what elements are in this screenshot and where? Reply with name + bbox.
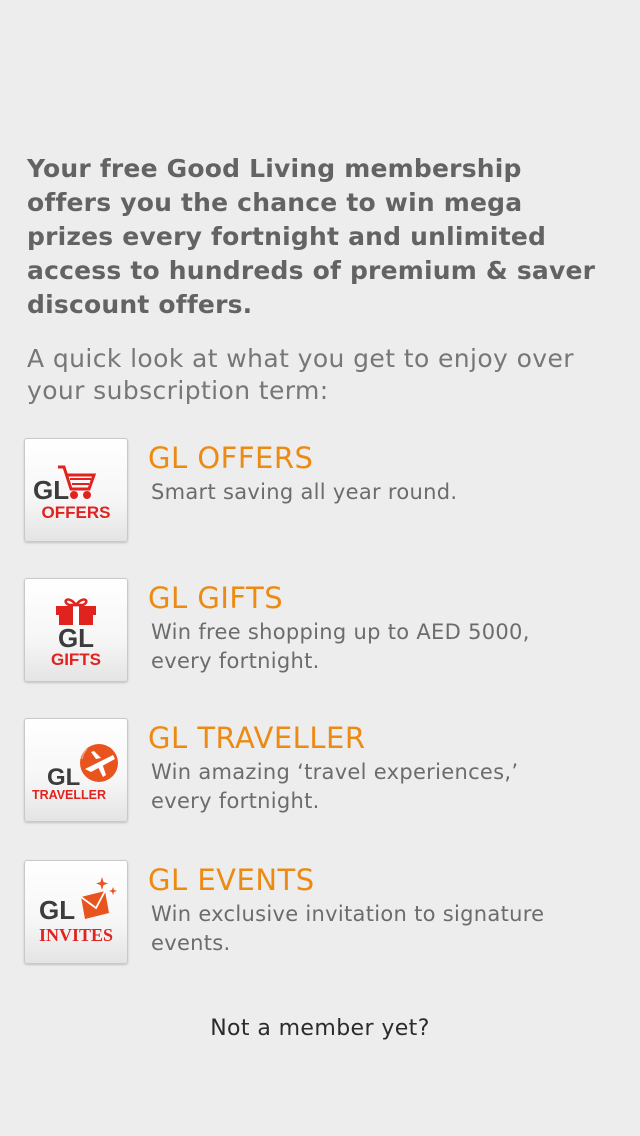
intro-line: offers you the chance to win mega: [27, 188, 523, 217]
feature-description: Win exclusive invitation to signature ev…: [151, 900, 621, 958]
gift-box-icon: [56, 598, 96, 625]
gl-offers-icon: GL OFFERS: [24, 438, 128, 542]
feature-desc-line: Win amazing ‘travel experiences,’: [151, 760, 519, 784]
feature-gl-events: GL INVITES GL EVENTS Win exclusive invit…: [24, 860, 624, 964]
icon-text-top: GL: [47, 764, 80, 791]
gl-gifts-icon: GL GIFTS: [24, 578, 128, 682]
feature-desc-line: Win free shopping up to AED 5000,: [151, 620, 530, 644]
gl-traveller-icon: GL TRAVELLER: [24, 718, 128, 822]
feature-desc-line: every fortnight.: [151, 789, 320, 813]
subintro-line: your subscription term:: [27, 376, 329, 405]
feature-desc-line: Win exclusive invitation to signature: [151, 902, 545, 926]
feature-desc-line: every fortnight.: [151, 649, 320, 673]
feature-title: GL TRAVELLER: [148, 721, 366, 755]
intro-paragraph: Your free Good Living membership offers …: [27, 152, 627, 322]
feature-title: GL GIFTS: [148, 581, 284, 615]
subintro-paragraph: A quick look at what you get to enjoy ov…: [27, 343, 627, 407]
icon-text-top: GL: [39, 895, 75, 925]
not-a-member-link[interactable]: Not a member yet?: [0, 1012, 640, 1046]
feature-description: Win free shopping up to AED 5000, every …: [151, 618, 621, 676]
feature-title: GL EVENTS: [148, 863, 315, 897]
feature-description: Smart saving all year round.: [151, 478, 621, 507]
intro-line: access to hundreds of premium & saver: [27, 256, 596, 285]
intro-line: discount offers.: [27, 290, 253, 319]
feature-description: Win amazing ‘travel experiences,’ every …: [151, 758, 621, 816]
feature-gl-traveller: GL TRAVELLER GL TRAVELLER Win amazing ‘t…: [24, 718, 624, 822]
icon-text-bottom: OFFERS: [42, 503, 111, 522]
feature-gl-offers: GL OFFERS GL OFFERS Smart saving all yea…: [24, 438, 624, 542]
intro-line: Your free Good Living membership: [27, 154, 522, 183]
feature-title: GL OFFERS: [148, 441, 314, 475]
icon-text-top: GL: [33, 475, 69, 505]
globe-plane-icon: [80, 744, 118, 782]
icon-text-bottom: INVITES: [39, 925, 113, 945]
icon-text-bottom: GIFTS: [51, 650, 101, 669]
gl-invites-icon: GL INVITES: [24, 860, 128, 964]
feature-desc-line: events.: [151, 931, 231, 955]
subintro-line: A quick look at what you get to enjoy ov…: [27, 344, 574, 373]
icon-text-top: GL: [58, 623, 94, 653]
feature-gl-gifts: GL GIFTS GL GIFTS Win free shopping up t…: [24, 578, 624, 682]
intro-line: prizes every fortnight and unlimited: [27, 222, 547, 251]
icon-text-bottom: TRAVELLER: [32, 788, 106, 802]
envelope-sparkle-icon: [80, 877, 117, 919]
feature-desc-line: Smart saving all year round.: [151, 480, 458, 504]
